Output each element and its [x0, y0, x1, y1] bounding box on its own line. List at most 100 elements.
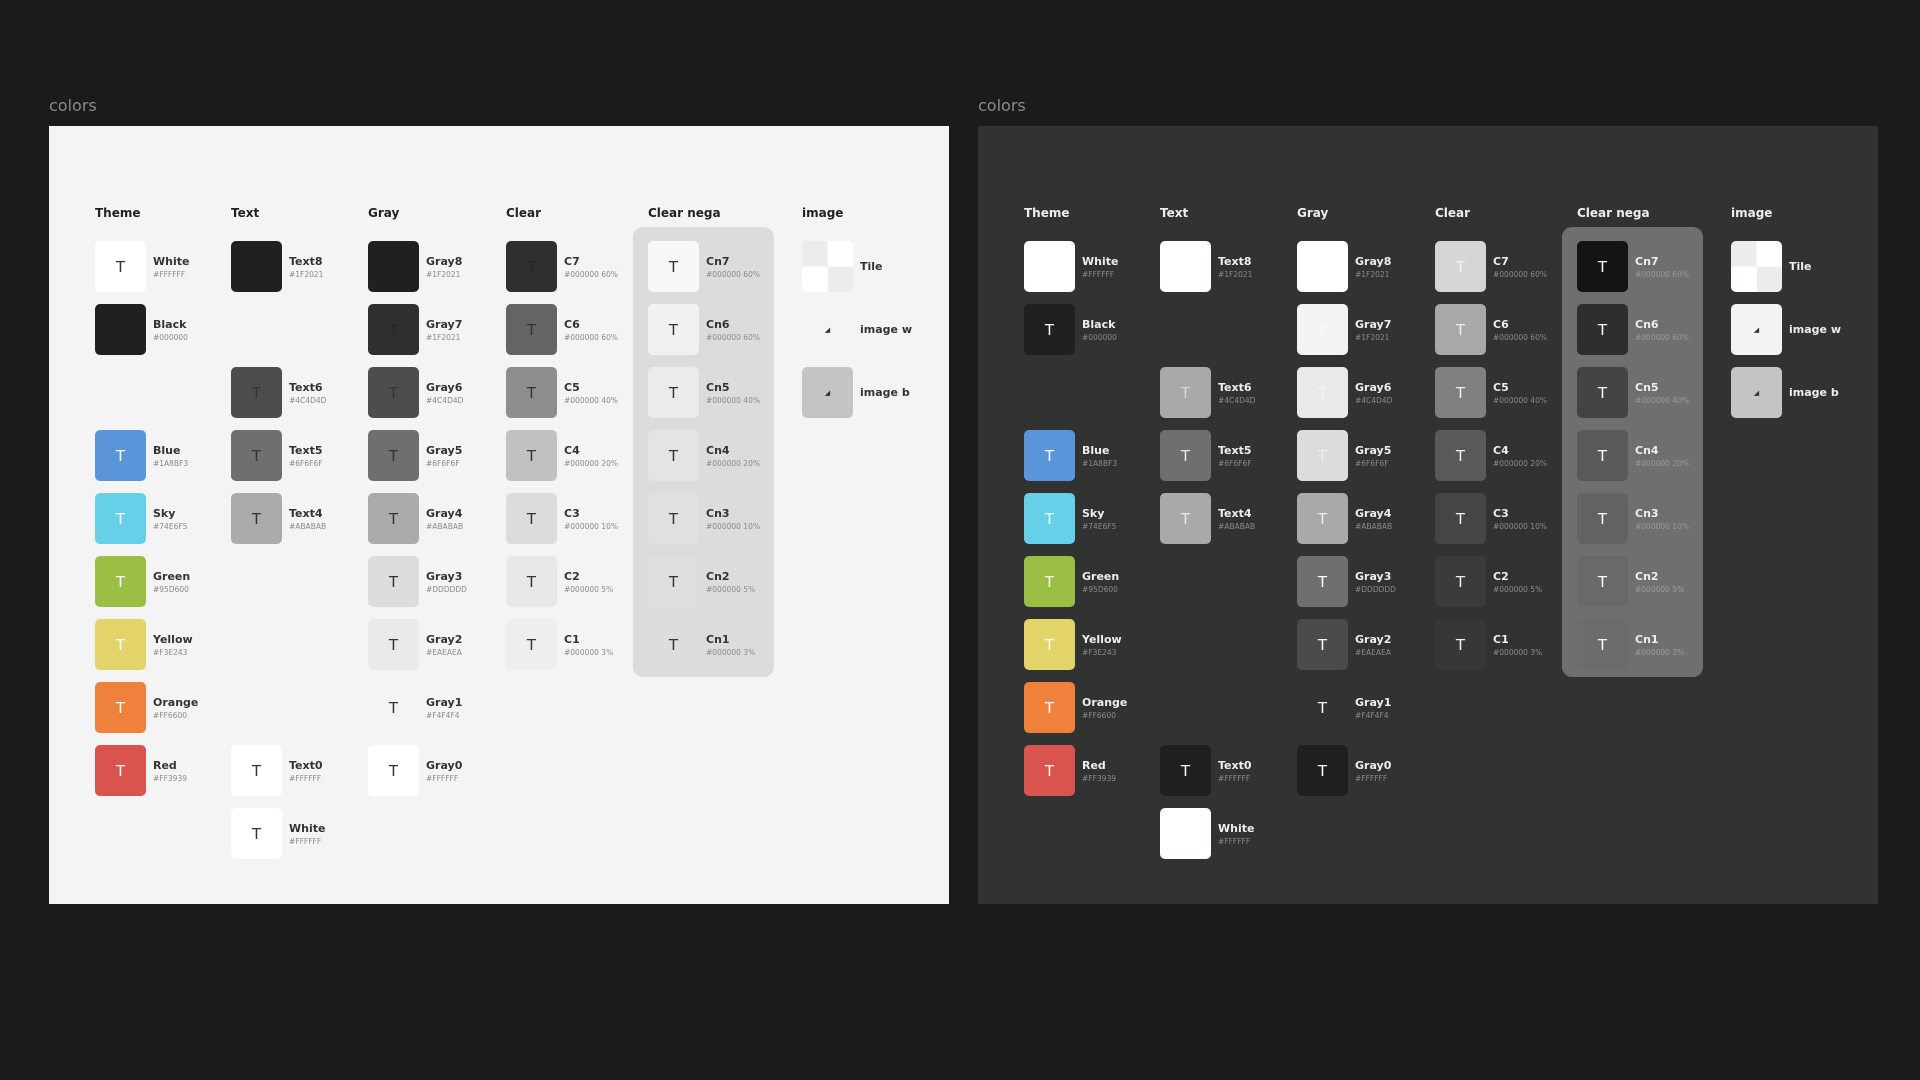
- color-token[interactable]: T C2 #000000 5%: [1435, 556, 1575, 608]
- color-token[interactable]: T Gray4 #ABABAB: [368, 493, 508, 545]
- color-token[interactable]: T Gray0 #FFFFFF: [368, 745, 508, 797]
- color-token[interactable]: Text8 #1F2021: [1160, 241, 1300, 293]
- color-token[interactable]: T C1 #000000 3%: [506, 619, 646, 671]
- color-token[interactable]: T Cn4 #000000 20%: [1577, 430, 1717, 482]
- color-token[interactable]: T Cn3 #000000 10%: [1577, 493, 1717, 545]
- color-token[interactable]: T Gray1 #F4F4F4: [368, 682, 508, 734]
- color-token[interactable]: T C3 #000000 10%: [506, 493, 646, 545]
- color-token[interactable]: Tile: [802, 241, 942, 293]
- color-token[interactable]: T C5 #000000 40%: [506, 367, 646, 419]
- color-token[interactable]: T Text6 #4C4D4D: [1160, 367, 1300, 419]
- color-token[interactable]: T C1 #000000 3%: [1435, 619, 1575, 671]
- color-token[interactable]: ◢ image b: [802, 367, 942, 419]
- color-token[interactable]: T Gray3 #DDDDDD: [1297, 556, 1437, 608]
- token-value: #95D600: [153, 585, 189, 594]
- color-token[interactable]: Gray8 #1F2021: [368, 241, 508, 293]
- color-token[interactable]: T Blue #1A8BF3: [95, 430, 235, 482]
- color-token[interactable]: T Gray5 #6F6F6F: [368, 430, 508, 482]
- token-name: image b: [1789, 386, 1839, 399]
- color-token[interactable]: T Gray7 #1F2021: [1297, 304, 1437, 356]
- color-token[interactable]: T Gray2 #EAEAEA: [368, 619, 508, 671]
- color-token[interactable]: T C7 #000000 60%: [1435, 241, 1575, 293]
- color-swatch: T: [1577, 241, 1628, 292]
- token-name: C2: [564, 570, 580, 583]
- color-token[interactable]: T Cn6 #000000 60%: [1577, 304, 1717, 356]
- color-token[interactable]: Tile: [1731, 241, 1871, 293]
- color-token[interactable]: T Red #FF3939: [1024, 745, 1164, 797]
- token-name: Text4: [1218, 507, 1252, 520]
- color-token[interactable]: T Text5 #6F6F6F: [231, 430, 371, 482]
- color-swatch: T: [1297, 493, 1348, 544]
- color-swatch: T: [648, 430, 699, 481]
- color-token[interactable]: T Gray0 #FFFFFF: [1297, 745, 1437, 797]
- token-name: C3: [1493, 507, 1509, 520]
- color-token[interactable]: T Text4 #ABABAB: [231, 493, 371, 545]
- color-token[interactable]: T Cn1 #000000 3%: [1577, 619, 1717, 671]
- color-token[interactable]: T Orange #FF6600: [95, 682, 235, 734]
- color-token[interactable]: T Orange #FF6600: [1024, 682, 1164, 734]
- color-token[interactable]: T White #FFFFFF: [95, 241, 235, 293]
- token-name: C1: [1493, 633, 1509, 646]
- color-token[interactable]: T Green #95D600: [1024, 556, 1164, 608]
- token-value: #000000 20%: [1493, 459, 1547, 468]
- color-token[interactable]: T Blue #1A8BF3: [1024, 430, 1164, 482]
- color-token[interactable]: T Cn3 #000000 10%: [648, 493, 788, 545]
- color-token[interactable]: T Gray2 #EAEAEA: [1297, 619, 1437, 671]
- color-token[interactable]: ◢ image w: [1731, 304, 1871, 356]
- color-token[interactable]: T Text0 #FFFFFF: [1160, 745, 1300, 797]
- color-token[interactable]: T Cn7 #000000 60%: [1577, 241, 1717, 293]
- color-token[interactable]: T C5 #000000 40%: [1435, 367, 1575, 419]
- token-value: #FFFFFF: [1218, 774, 1251, 783]
- token-name: Gray2: [426, 633, 463, 646]
- color-token[interactable]: T C2 #000000 5%: [506, 556, 646, 608]
- token-value: #1A8BF3: [153, 459, 189, 468]
- color-token[interactable]: T Text5 #6F6F6F: [1160, 430, 1300, 482]
- color-token[interactable]: T C6 #000000 60%: [1435, 304, 1575, 356]
- token-name: Gray2: [1355, 633, 1392, 646]
- color-token[interactable]: T Cn2 #000000 5%: [1577, 556, 1717, 608]
- color-token[interactable]: T Gray1 #F4F4F4: [1297, 682, 1437, 734]
- color-token[interactable]: T Gray6 #4C4D4D: [1297, 367, 1437, 419]
- color-token[interactable]: ◢ image w: [802, 304, 942, 356]
- color-token[interactable]: T Gray4 #ABABAB: [1297, 493, 1437, 545]
- color-swatch: [1160, 241, 1211, 292]
- color-token[interactable]: T Gray5 #6F6F6F: [1297, 430, 1437, 482]
- color-token[interactable]: T Yellow #F3E243: [1024, 619, 1164, 671]
- color-token[interactable]: T Gray7 #1F2021: [368, 304, 508, 356]
- token-name: C2: [1493, 570, 1509, 583]
- color-token[interactable]: ◢ image b: [1731, 367, 1871, 419]
- color-token[interactable]: White #FFFFFF: [1024, 241, 1164, 293]
- color-token[interactable]: T Sky #74E6F5: [1024, 493, 1164, 545]
- color-token[interactable]: T C4 #000000 20%: [1435, 430, 1575, 482]
- color-token[interactable]: T C4 #000000 20%: [506, 430, 646, 482]
- column-header: Clear: [506, 206, 542, 220]
- color-token[interactable]: T Cn4 #000000 20%: [648, 430, 788, 482]
- color-token[interactable]: Black #000000: [95, 304, 235, 356]
- color-token[interactable]: T Cn5 #000000 40%: [648, 367, 788, 419]
- color-token[interactable]: T C6 #000000 60%: [506, 304, 646, 356]
- color-token[interactable]: T Black #000000: [1024, 304, 1164, 356]
- color-token[interactable]: T Green #95D600: [95, 556, 235, 608]
- color-token[interactable]: T Sky #74E6F5: [95, 493, 235, 545]
- color-token[interactable]: T C7 #000000 60%: [506, 241, 646, 293]
- color-token[interactable]: T White #FFFFFF: [231, 808, 371, 860]
- color-token[interactable]: T C3 #000000 10%: [1435, 493, 1575, 545]
- color-token[interactable]: T Yellow #F3E243: [95, 619, 235, 671]
- color-token[interactable]: White #FFFFFF: [1160, 808, 1300, 860]
- color-token[interactable]: T Text4 #ABABAB: [1160, 493, 1300, 545]
- color-token[interactable]: Gray8 #1F2021: [1297, 241, 1437, 293]
- color-token[interactable]: Text8 #1F2021: [231, 241, 371, 293]
- color-token[interactable]: T Cn5 #000000 40%: [1577, 367, 1717, 419]
- color-token[interactable]: T Gray3 #DDDDDD: [368, 556, 508, 608]
- color-token[interactable]: T Cn1 #000000 3%: [648, 619, 788, 671]
- color-token[interactable]: T Text0 #FFFFFF: [231, 745, 371, 797]
- color-token[interactable]: T Red #FF3939: [95, 745, 235, 797]
- color-token[interactable]: T Cn7 #000000 60%: [648, 241, 788, 293]
- color-token[interactable]: T Text6 #4C4D4D: [231, 367, 371, 419]
- color-token[interactable]: T Cn6 #000000 60%: [648, 304, 788, 356]
- swatch-letter: T: [1317, 509, 1328, 528]
- token-value: #ABABAB: [426, 522, 464, 531]
- color-token[interactable]: T Gray6 #4C4D4D: [368, 367, 508, 419]
- color-token[interactable]: T Cn2 #000000 5%: [648, 556, 788, 608]
- color-swatch: T: [1577, 304, 1628, 355]
